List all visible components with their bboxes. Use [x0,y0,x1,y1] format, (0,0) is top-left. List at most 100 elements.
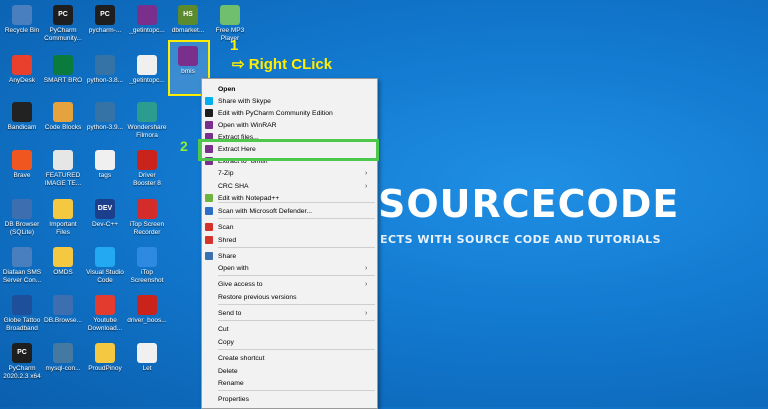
menu-item-edit-with-pycharm-community-edition[interactable]: Edit with PyCharm Community Edition [202,107,377,119]
menu-item-restore-previous-versions[interactable]: Restore previous versions [202,291,377,303]
winrar-icon [205,121,213,129]
itop-recorder-icon [137,199,157,219]
brand-tagline: ECTS WITH SOURCE CODE AND TUTORIALS [380,233,662,246]
desktop-icon[interactable]: driver_boos... [125,295,169,325]
desktop-icon-label: mysql-con... [45,365,81,372]
python-icon [95,102,115,122]
menu-item-icon-slot [205,338,213,346]
menu-item-create-shortcut[interactable]: Create shortcut [202,352,377,364]
desktop-icon[interactable]: Brave [0,150,44,180]
menu-item-share-with-skype[interactable]: Share with Skype [202,95,377,107]
menu-item-open-with[interactable]: Open with › [202,262,377,274]
desktop-icon[interactable]: FEATURED IMAGE TE... [41,150,85,187]
desktop-icon[interactable]: DB Browser (SQLite) [0,199,44,236]
desktop-icon-label: AnyDesk [8,77,35,84]
icon-glyph: PC [100,11,110,19]
bandicam-icon [12,102,32,122]
desktop-icon-label: Globe Tattoo Broadband [3,317,41,332]
menu-item-shred[interactable]: Shred [202,234,377,246]
desktop-icon[interactable]: bmis [166,46,210,76]
desktop-icon-label: Code Blocks [44,124,82,131]
menu-item-properties[interactable]: Properties [202,393,377,405]
menu-item-7-zip[interactable]: 7-Zip › [202,167,377,179]
youtube-download-icon [95,295,115,315]
menu-item-label: Open with WinRAR [218,121,277,129]
icon-glyph: DEV [97,205,113,213]
desktop-icon[interactable]: DB.Browse... [41,295,85,325]
desktop-icon-label: bmis [181,68,195,75]
desktop-icon[interactable]: Recycle Bin [0,5,44,35]
folder-icon [53,199,73,219]
desktop-icon[interactable]: HS dbmarket... [166,5,210,35]
code-blocks-icon [53,102,73,122]
menu-item-icon-slot [205,182,213,190]
menu-item-rename[interactable]: Rename [202,377,377,389]
menu-item-label: Shred [218,236,237,244]
globe-tattoo-icon [12,295,32,315]
db-browser-icon [12,199,32,219]
desktop-icon[interactable]: mysql-con... [41,343,85,373]
menu-item-scan[interactable]: Scan [202,221,377,233]
file-icon [95,150,115,170]
desktop-icon[interactable]: SMART BRO [41,55,85,85]
desktop-icon[interactable]: Wondershare Filmora [125,102,169,139]
desktop-icon[interactable]: Important Files [41,199,85,236]
vscode-icon [95,247,115,267]
anydesk-icon [12,55,32,75]
menu-item-cut[interactable]: Cut [202,323,377,335]
desktop-icon[interactable]: Driver Booster 8 [125,150,169,187]
shred-icon [205,236,213,244]
menu-item-icon-slot [205,325,213,333]
desktop-icon[interactable]: iTop Screen Recorder [125,199,169,236]
menu-item-crc-sha[interactable]: CRC SHA › [202,180,377,192]
desktop-icon[interactable]: ProudPinoy [83,343,127,373]
desktop-icon[interactable]: OMDS [41,247,85,277]
desktop-icon[interactable]: _getintopc... [125,55,169,85]
brand-title: SOURCECODE [378,182,680,226]
desktop-icon[interactable]: PC pycharm-... [83,5,127,35]
desktop-icon-label: Recycle Bin [4,27,40,34]
desktop-icon-label: iTop Screenshot [130,269,164,284]
hs-icon: HS [178,5,198,25]
menu-item-copy[interactable]: Copy [202,336,377,348]
mysql-icon [53,343,73,363]
context-menu: Open Share with Skype Edit with PyCharm Co… [201,78,378,409]
brave-icon [12,150,32,170]
menu-item-open-with-winrar[interactable]: Open with WinRAR [202,119,377,131]
desktop-icon[interactable]: Globe Tattoo Broadband [0,295,44,332]
menu-separator [218,247,375,248]
icon-glyph: HS [183,11,193,19]
notepad-plus-icon [205,194,213,202]
step-2-marker: 2 [180,138,188,154]
desktop-icon[interactable]: tags [83,150,127,180]
desktop-icon-label: tags [98,172,112,179]
desktop-icon[interactable]: Visual Studio Code [83,247,127,284]
desktop-icon[interactable]: Youtube Download... [83,295,127,332]
menu-item-label: Scan [218,223,234,231]
menu-item-edit-with-notepad[interactable]: Edit with Notepad++ [202,192,377,204]
desktop-icon[interactable]: iTop Screenshot [125,247,169,284]
menu-item-delete[interactable]: Delete [202,365,377,377]
desktop-icon[interactable]: DEV Dev-C++ [83,199,127,229]
desktop-icon[interactable]: PC PyCharm 2020.2.3 x64 [0,343,44,380]
desktop-icon[interactable]: Code Blocks [41,102,85,132]
desktop-icon[interactable]: PC PyCharm Community... [41,5,85,42]
menu-item-label: Edit with Notepad++ [218,194,280,202]
desktop-icon[interactable]: Let [125,343,169,373]
desktop-icon[interactable]: Diafaan SMS Server Con... [0,247,44,284]
arrow-right-icon: ⇨ [232,56,245,73]
smart-bro-icon [53,55,73,75]
menu-item-give-access-to[interactable]: Give access to › [202,278,377,290]
menu-item-share[interactable]: Share [202,250,377,262]
desktop-icon-label: _getintopc... [129,77,165,84]
desktop-icon[interactable]: _getintopc... [125,5,169,35]
desktop-icon[interactable]: python-3.9... [83,102,127,132]
desktop-icon[interactable]: AnyDesk [0,55,44,85]
desktop-icon[interactable]: python-3.8... [83,55,127,85]
desktop-icon[interactable]: Bandicam [0,102,44,132]
menu-item-scan-with-microsoft-defender[interactable]: Scan with Microsoft Defender... [202,205,377,217]
menu-separator [218,320,375,321]
chevron-right-icon: › [365,309,368,317]
menu-item-send-to[interactable]: Send to › [202,307,377,319]
menu-item-open[interactable]: Open [202,83,377,95]
